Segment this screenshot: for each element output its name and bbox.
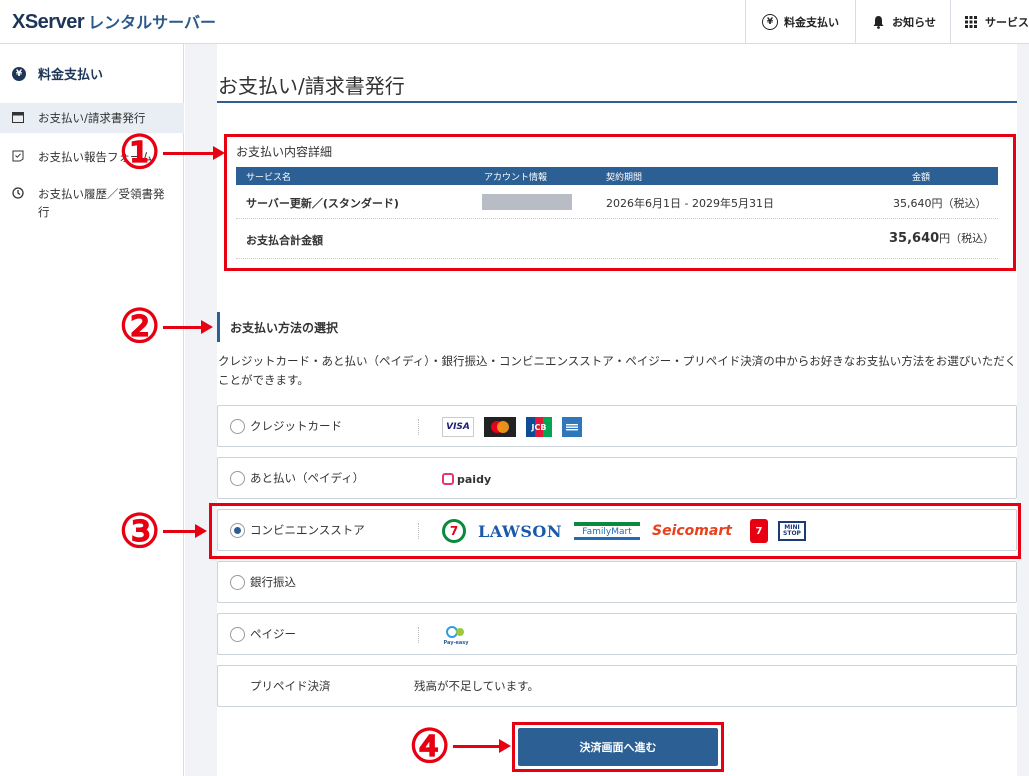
page-title: お支払い/請求書発行	[218, 74, 405, 98]
annotation-arrow-1	[163, 146, 225, 160]
annotation-box-1	[224, 134, 1016, 271]
top-header: XServer レンタルサーバー ¥ 料金支払い お知らせ サービス	[0, 0, 1029, 44]
jcb-logo-text: JCB	[531, 422, 547, 432]
grid-icon	[963, 14, 979, 30]
sidebar-item-label: お支払い履歴／受領書発行	[38, 187, 165, 219]
mastercard-logo	[484, 417, 516, 437]
bank-transfer-radio[interactable]	[230, 575, 245, 590]
annotation-number-1: ①	[119, 125, 161, 179]
history-clock-icon	[12, 187, 26, 205]
option-separator	[418, 627, 419, 643]
annotation-number-3: ③	[119, 504, 161, 558]
paidy-logo-text: paidy	[457, 472, 492, 486]
nav-billing[interactable]: ¥ 料金支払い	[745, 0, 855, 44]
title-divider	[217, 101, 1017, 103]
option-prepaid: プリペイド決済 残高が不足しています。	[217, 665, 1017, 707]
annotation-box-3	[209, 503, 1021, 559]
option-label: プリペイド決済	[250, 679, 331, 693]
option-label: ペイジー	[250, 627, 296, 641]
bell-icon	[870, 14, 886, 30]
annotation-arrow-2	[163, 320, 213, 334]
annotation-arrow-4	[453, 739, 511, 753]
payment-method-title: お支払い方法の選択	[230, 321, 339, 335]
report-form-icon	[12, 150, 26, 168]
paidy-mark-icon	[442, 473, 454, 485]
visa-logo-text: VISA	[446, 422, 470, 432]
option-separator	[418, 419, 419, 435]
logo-sub-text: レンタルサーバー	[88, 15, 216, 32]
option-credit-card[interactable]: クレジットカード VISA JCB	[217, 405, 1017, 447]
visa-logo: VISA	[442, 417, 474, 437]
paidy-radio[interactable]	[230, 471, 245, 486]
option-payeasy[interactable]: ペイジー Pay-easy	[217, 613, 1017, 655]
sidebar-title: ¥ 料金支払い	[12, 64, 103, 83]
nav-news-label: お知らせ	[892, 16, 936, 29]
nav-news[interactable]: お知らせ	[855, 0, 950, 44]
annotation-number-4: ④	[409, 719, 451, 773]
yen-circle-icon: ¥	[12, 66, 26, 81]
nav-services[interactable]: サービス	[950, 0, 1029, 44]
credit-card-radio[interactable]	[230, 419, 245, 434]
payeasy-logo: Pay-easy	[442, 622, 470, 648]
payeasy-logo-text: Pay-easy	[443, 640, 469, 646]
sidebar-title-label: 料金支払い	[38, 68, 104, 83]
sidebar-item-history[interactable]: お支払い履歴／受領書発行	[0, 185, 184, 225]
invoice-icon	[12, 111, 26, 129]
yen-circle-icon: ¥	[762, 14, 778, 30]
option-label: 銀行振込	[250, 575, 296, 589]
annotation-arrow-3	[163, 524, 207, 538]
section-accent-bar	[217, 312, 220, 342]
option-paidy[interactable]: あと払い（ペイディ） paidy	[217, 457, 1017, 499]
xserver-logo[interactable]: XServer レンタルサーバー	[12, 9, 216, 34]
payeasy-radio[interactable]	[230, 627, 245, 642]
annotation-box-4	[512, 722, 724, 772]
option-bank-transfer[interactable]: 銀行振込	[217, 561, 1017, 603]
option-label: あと払い（ペイディ）	[250, 471, 365, 485]
payment-method-description: クレジットカード・あと払い（ペイディ）・銀行振込・コンビニエンスストア・ペイジー…	[218, 354, 1017, 387]
option-label: クレジットカード	[250, 419, 342, 433]
annotation-number-2: ②	[119, 299, 161, 353]
jcb-logo: JCB	[526, 417, 553, 437]
nav-services-label: サービス	[985, 16, 1029, 29]
logo-main-text: XServer	[12, 11, 85, 33]
amex-logo	[562, 417, 582, 437]
nav-billing-label: 料金支払い	[784, 16, 839, 29]
paidy-logo: paidy	[442, 471, 491, 487]
prepaid-balance-note: 残高が不足しています。	[414, 679, 540, 693]
